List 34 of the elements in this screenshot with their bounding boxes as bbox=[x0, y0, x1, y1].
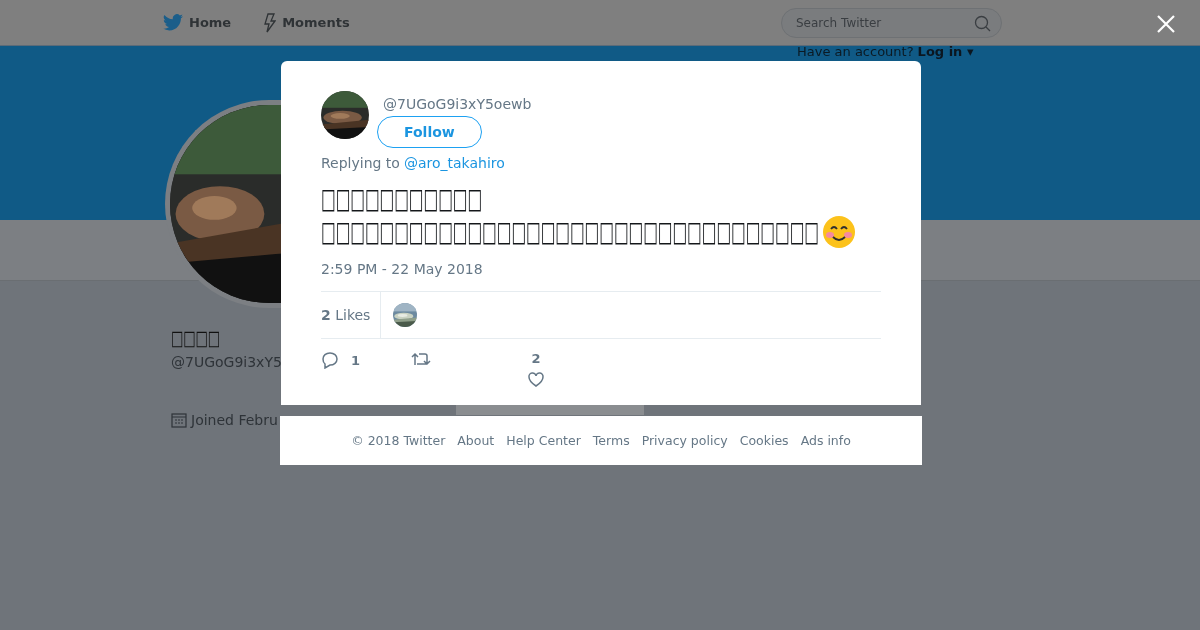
follow-button[interactable]: Follow bbox=[377, 116, 482, 148]
heart-icon bbox=[528, 372, 544, 387]
lightning-icon bbox=[263, 12, 277, 33]
nav-link[interactable]: Moments bbox=[263, 12, 350, 33]
footer-link[interactable]: Help Center bbox=[506, 433, 581, 448]
reply-button[interactable]: 1 bbox=[321, 351, 411, 369]
joined-date: Joined Febru bbox=[191, 412, 278, 428]
calendar-icon bbox=[171, 412, 187, 428]
like-button[interactable]: 2 bbox=[516, 351, 556, 387]
likes-count: 2 Likes bbox=[321, 292, 382, 338]
footer-link[interactable]: Cookies bbox=[739, 433, 789, 448]
footer-link[interactable]: Terms bbox=[592, 433, 630, 448]
search-field[interactable]: Search Twitter bbox=[781, 8, 1002, 38]
tweet-time: 2:59 PM - 22 May 2018 bbox=[321, 261, 484, 277]
login-prompt: Have an account? bbox=[797, 44, 914, 59]
user-handle: @7UGoG9i3xY5oewb bbox=[383, 96, 532, 112]
login-link[interactable]: Log in ▾ bbox=[917, 44, 974, 59]
smiling-face-icon bbox=[821, 215, 856, 249]
scrollbar-thumb[interactable] bbox=[456, 405, 644, 415]
footer-link[interactable]: © 2018 Twitter bbox=[351, 433, 446, 448]
speech-bubble-icon bbox=[321, 351, 339, 369]
profile-handle: @7UGoG9i3xY5 bbox=[171, 354, 282, 370]
profile-name: □□□□ bbox=[171, 327, 222, 351]
search-input[interactable]: Search Twitter bbox=[794, 15, 958, 31]
footer-link[interactable]: About bbox=[457, 433, 495, 448]
replying-label: Replying to bbox=[321, 155, 400, 171]
footer-link[interactable]: Privacy policy bbox=[641, 433, 728, 448]
footer-link[interactable]: Ads info bbox=[800, 433, 851, 448]
close-button[interactable] bbox=[1155, 13, 1177, 35]
search-icon bbox=[974, 14, 991, 32]
nav-link[interactable]: Home bbox=[163, 14, 232, 31]
retweet-icon bbox=[411, 351, 431, 367]
bird-icon bbox=[163, 14, 183, 31]
mention-link[interactable]: @aro_takahiro bbox=[403, 155, 505, 171]
